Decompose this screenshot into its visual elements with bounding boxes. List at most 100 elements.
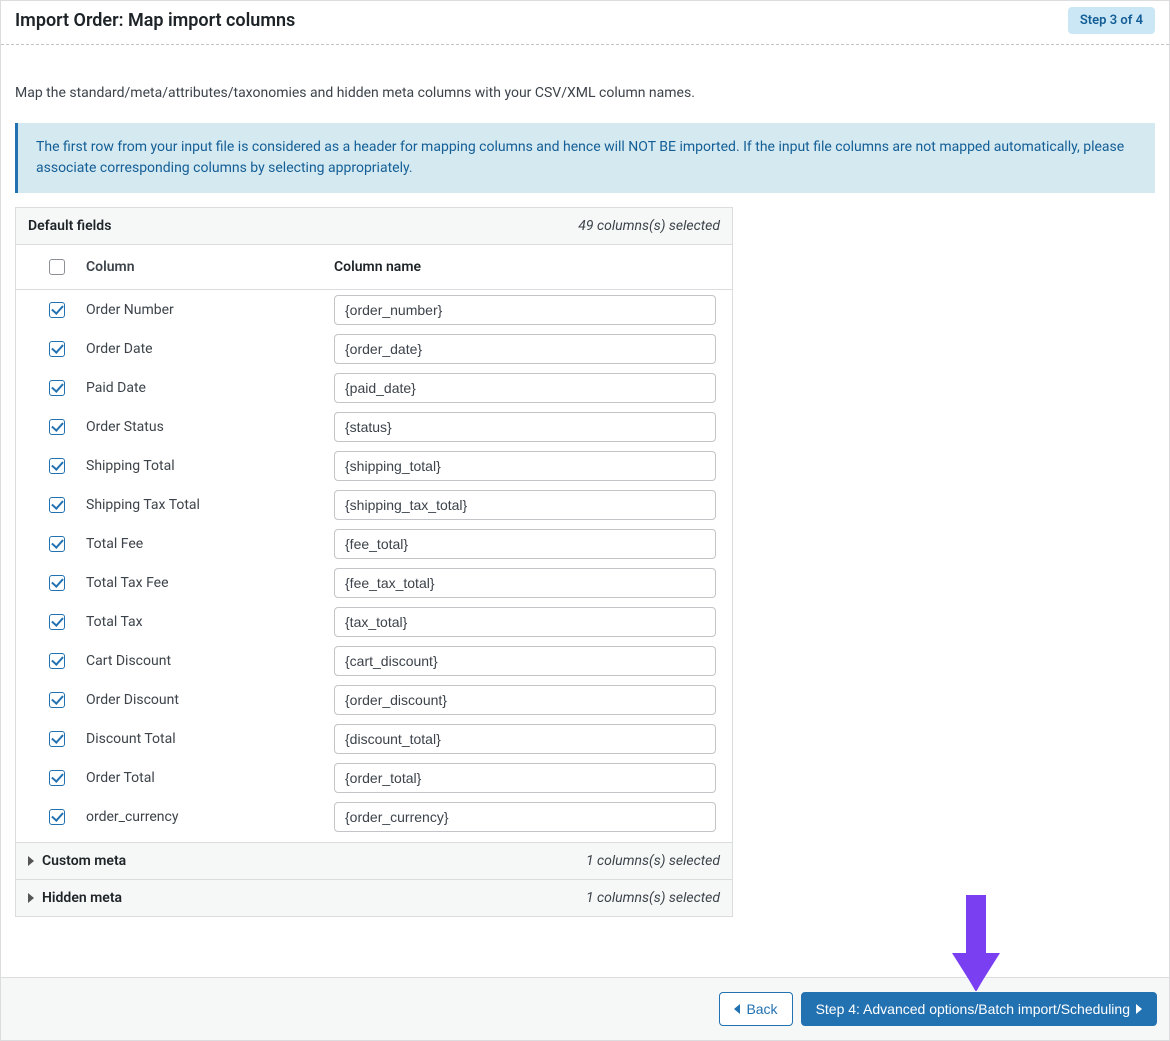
- back-button[interactable]: Back: [719, 992, 792, 1026]
- default-fields-count: 49 columns(s) selected: [578, 218, 720, 234]
- table-row: Order Total: [16, 758, 732, 797]
- column-name-input[interactable]: [334, 334, 716, 364]
- page-description: Map the standard/meta/attributes/taxonom…: [15, 85, 1155, 101]
- row-checkbox[interactable]: [49, 380, 65, 396]
- next-step-button-label: Step 4: Advanced options/Batch import/Sc…: [816, 1001, 1130, 1017]
- row-checkbox[interactable]: [49, 731, 65, 747]
- row-column-label: Shipping Tax Total: [86, 497, 334, 513]
- row-check-cell: [26, 650, 86, 672]
- row-column-label: Total Tax Fee: [86, 575, 334, 591]
- row-column-label: Paid Date: [86, 380, 334, 396]
- row-column-label: Order Status: [86, 419, 334, 435]
- default-fields-header[interactable]: Default fields 49 columns(s) selected: [16, 208, 732, 245]
- page-content: Map the standard/meta/attributes/taxonom…: [1, 45, 1169, 977]
- table-row: order_currency: [16, 797, 732, 842]
- row-checkbox[interactable]: [49, 770, 65, 786]
- column-name-input[interactable]: [334, 763, 716, 793]
- next-step-button[interactable]: Step 4: Advanced options/Batch import/Sc…: [801, 992, 1157, 1026]
- row-checkbox[interactable]: [49, 497, 65, 513]
- column-name-input[interactable]: [334, 802, 716, 832]
- table-row: Total Tax Fee: [16, 563, 732, 602]
- chevron-right-icon: [28, 856, 34, 866]
- row-checkbox[interactable]: [49, 302, 65, 318]
- table-row: Order Discount: [16, 680, 732, 719]
- row-column-input-cell: [334, 451, 722, 481]
- table-row: Order Number: [16, 290, 732, 329]
- row-column-label: Order Discount: [86, 692, 334, 708]
- step-indicator-badge: Step 3 of 4: [1068, 7, 1155, 34]
- table-row: Paid Date: [16, 368, 732, 407]
- select-all-checkbox[interactable]: [49, 259, 65, 275]
- row-column-input-cell: [334, 607, 722, 637]
- column-name-input[interactable]: [334, 646, 716, 676]
- page-footer: Back Step 4: Advanced options/Batch impo…: [1, 977, 1169, 1040]
- column-name-input[interactable]: [334, 568, 716, 598]
- chevron-right-icon: [28, 893, 34, 903]
- hidden-meta-header[interactable]: Hidden meta 1 columns(s) selected: [16, 879, 732, 916]
- import-mapping-frame: Import Order: Map import columns Step 3 …: [0, 0, 1170, 1041]
- row-check-cell: [26, 494, 86, 516]
- column-name-input[interactable]: [334, 685, 716, 715]
- select-all-cell: [26, 256, 86, 278]
- chevron-right-icon: [1136, 1004, 1142, 1014]
- column-name-input[interactable]: [334, 607, 716, 637]
- hidden-meta-label: Hidden meta: [42, 890, 122, 906]
- row-column-input-cell: [334, 529, 722, 559]
- info-notice: The first row from your input file is co…: [15, 123, 1155, 193]
- row-checkbox[interactable]: [49, 809, 65, 825]
- row-column-label: Cart Discount: [86, 653, 334, 669]
- table-row: Order Status: [16, 407, 732, 446]
- page-title: Import Order: Map import columns: [15, 10, 295, 31]
- row-checkbox[interactable]: [49, 419, 65, 435]
- row-column-input-cell: [334, 802, 722, 832]
- column-name-input[interactable]: [334, 295, 716, 325]
- row-column-input-cell: [334, 373, 722, 403]
- column-name-input[interactable]: [334, 451, 716, 481]
- page-header: Import Order: Map import columns Step 3 …: [1, 1, 1169, 45]
- mapping-table: Column Column name Order Number Order Dat…: [16, 245, 732, 842]
- row-checkbox[interactable]: [49, 536, 65, 552]
- row-column-label: Order Number: [86, 302, 334, 318]
- row-column-label: Order Date: [86, 341, 334, 357]
- row-checkbox[interactable]: [49, 458, 65, 474]
- row-check-cell: [26, 455, 86, 477]
- row-column-label: Order Total: [86, 770, 334, 786]
- row-checkbox[interactable]: [49, 653, 65, 669]
- back-button-label: Back: [746, 1001, 777, 1017]
- row-column-input-cell: [334, 685, 722, 715]
- row-checkbox[interactable]: [49, 575, 65, 591]
- row-check-cell: [26, 299, 86, 321]
- row-column-input-cell: [334, 646, 722, 676]
- row-column-label: Discount Total: [86, 731, 334, 747]
- table-row: Total Tax: [16, 602, 732, 641]
- row-column-input-cell: [334, 724, 722, 754]
- column-name-input[interactable]: [334, 373, 716, 403]
- custom-meta-label: Custom meta: [42, 853, 126, 869]
- row-checkbox[interactable]: [49, 341, 65, 357]
- table-row: Shipping Tax Total: [16, 485, 732, 524]
- hidden-meta-title: Hidden meta: [28, 890, 122, 906]
- row-check-cell: [26, 806, 86, 828]
- row-column-input-cell: [334, 763, 722, 793]
- column-name-input[interactable]: [334, 490, 716, 520]
- column-name-input[interactable]: [334, 724, 716, 754]
- hidden-meta-count: 1 columns(s) selected: [586, 890, 720, 906]
- column-header-name: Column name: [334, 259, 722, 275]
- row-checkbox[interactable]: [49, 692, 65, 708]
- table-row: Discount Total: [16, 719, 732, 758]
- table-row: Total Fee: [16, 524, 732, 563]
- row-checkbox[interactable]: [49, 614, 65, 630]
- row-column-label: order_currency: [86, 809, 334, 825]
- column-name-input[interactable]: [334, 529, 716, 559]
- chevron-left-icon: [734, 1004, 740, 1014]
- row-column-input-cell: [334, 295, 722, 325]
- custom-meta-title: Custom meta: [28, 853, 126, 869]
- row-check-cell: [26, 728, 86, 750]
- row-column-label: Shipping Total: [86, 458, 334, 474]
- mapping-panel: Default fields 49 columns(s) selected Co…: [15, 207, 733, 917]
- custom-meta-header[interactable]: Custom meta 1 columns(s) selected: [16, 842, 732, 879]
- column-name-input[interactable]: [334, 412, 716, 442]
- row-check-cell: [26, 416, 86, 438]
- column-header-label: Column: [86, 259, 334, 275]
- row-column-input-cell: [334, 412, 722, 442]
